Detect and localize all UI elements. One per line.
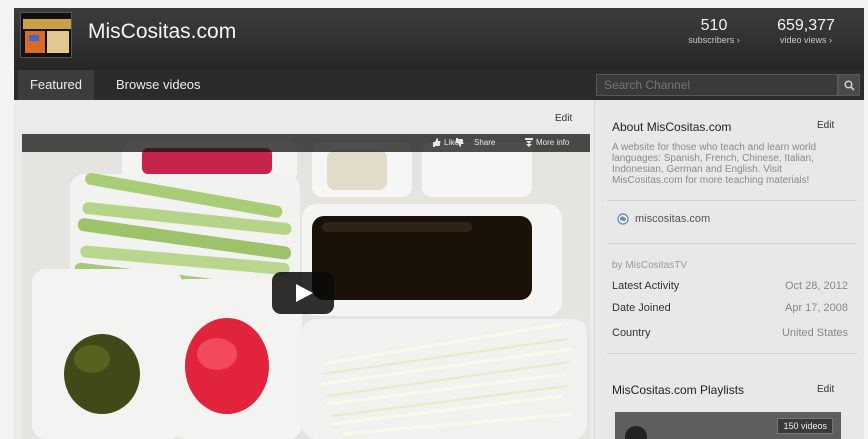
detail-key: Latest Activity (612, 280, 680, 292)
divider (607, 353, 857, 354)
playlists-title: MisCositas.com Playlists (612, 383, 745, 397)
about-edit-link[interactable]: Edit (817, 120, 834, 131)
website-link-text: miscositas.com (635, 213, 711, 225)
channel-sidebar: About MisCositas.com Edit A website for … (594, 100, 864, 439)
playlist-thumbnail[interactable]: 150 videos (615, 412, 841, 439)
divider (607, 243, 857, 244)
like-icon (433, 138, 441, 148)
share-label: Share (474, 138, 496, 147)
tab-featured[interactable]: Featured (18, 70, 94, 100)
detail-latest-activity: Latest Activity Oct 28, 2012 (612, 280, 848, 292)
featured-section: Edit Like Share More info (14, 100, 594, 439)
owner-by-line[interactable]: by MisCositasTV (612, 260, 687, 271)
website-link[interactable]: miscositas.com (617, 213, 710, 225)
video-views-label: video views › (779, 35, 833, 45)
channel-title: MisCositas.com (88, 20, 237, 43)
detail-date-joined: Date Joined Apr 17, 2008 (612, 302, 848, 314)
detail-country: Country United States (612, 327, 848, 339)
about-description: A website for those who teach and learn … (612, 142, 817, 186)
about-title: About MisCositas.com (612, 120, 732, 134)
globe-icon (617, 213, 629, 225)
detail-value: Apr 17, 2008 (785, 302, 848, 314)
video-views-stat[interactable]: 659,377 video views › (766, 17, 846, 45)
dislike-button[interactable] (455, 137, 467, 149)
detail-value: United States (781, 327, 848, 339)
search-channel-input[interactable] (596, 74, 838, 96)
more-info-button[interactable]: More info (525, 137, 569, 149)
detail-value: Oct 28, 2012 (785, 280, 848, 292)
playlist-video-count: 150 videos (777, 418, 833, 434)
divider (607, 200, 857, 201)
video-views-count: 659,377 (777, 17, 835, 34)
channel-avatar[interactable] (20, 12, 72, 58)
more-info-icon (525, 138, 533, 148)
tab-browse-videos[interactable]: Browse videos (104, 70, 213, 100)
more-info-label: More info (536, 138, 570, 147)
featured-edit-link[interactable]: Edit (555, 113, 572, 124)
featured-video-player[interactable]: Like Share More info (22, 134, 590, 439)
play-icon (296, 284, 313, 302)
search-button[interactable] (838, 74, 860, 96)
playlist-play-icon (625, 426, 647, 439)
subscribers-label: subscribers › (688, 35, 740, 45)
subscribers-stat[interactable]: 510 subscribers › (682, 17, 746, 45)
share-button[interactable]: Share (474, 137, 495, 149)
detail-key: Date Joined (612, 302, 671, 314)
channel-nav: Featured Browse videos (14, 70, 864, 100)
play-button[interactable] (272, 272, 334, 314)
search-icon (844, 80, 855, 91)
playlists-edit-link[interactable]: Edit (817, 384, 834, 395)
detail-key: Country (612, 327, 651, 339)
channel-header: MisCositas.com 510 subscribers › 659,377… (14, 8, 864, 70)
dislike-icon (456, 138, 464, 148)
subscribers-count: 510 (700, 17, 728, 34)
video-toolbar: Like Share More info (22, 134, 590, 152)
